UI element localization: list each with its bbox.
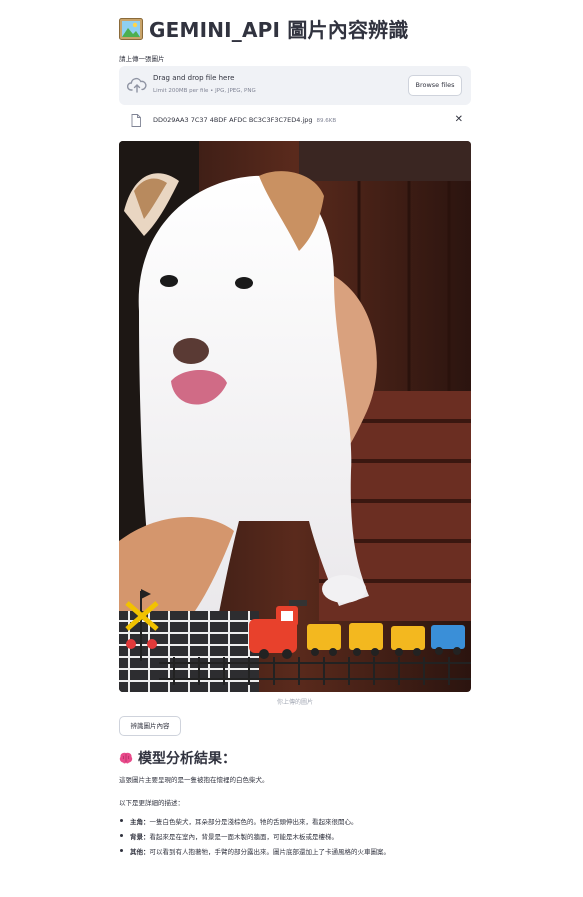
- detail-text: 一隻白色柴犬，耳朵部分是淺棕色的。牠的舌頭伸出來，看起來很開心。: [149, 818, 358, 826]
- results-details-intro: 以下是更詳細的描述：: [119, 799, 184, 807]
- detail-text: 看起來是在室內，背景是一面木製的牆面，可能是木板或是樓梯。: [149, 833, 339, 841]
- dropzone-title: Drag and drop file here: [153, 74, 235, 82]
- dropzone-limit-text: Limit 200MB per file • JPG, JPEG, PNG: [153, 88, 256, 94]
- detail-key: 背景：: [130, 833, 150, 841]
- framed-picture-icon: [119, 18, 143, 40]
- detail-key: 其他：: [130, 848, 150, 856]
- list-item: 背景：看起來是在室內，背景是一面木製的牆面，可能是木板或是樓梯。: [119, 831, 479, 846]
- results-heading-text: 模型分析結果：: [138, 751, 236, 767]
- remove-file-close-icon[interactable]: ✕: [455, 114, 463, 125]
- file-icon: [131, 114, 141, 127]
- results-heading: 模型分析結果：: [119, 748, 236, 768]
- results-summary: 這張圖片主要呈現的是一隻被抱在懷裡的白色柴犬。: [119, 776, 269, 784]
- list-item: 其他：可以看到有人抱著牠，手臂的部分露出來。圖片底部還加上了卡通風格的火車圖案。: [119, 846, 479, 861]
- upload-label: 請上傳一張圖片: [119, 55, 165, 63]
- file-size: 89.6KB: [316, 118, 337, 124]
- file-name-text: DD029AA3 7C37 4BDF AFDC BC3C3F3C7ED4.jpg: [153, 116, 313, 124]
- uploaded-image: [119, 141, 471, 692]
- results-detail-list: 主角：一隻白色柴犬，耳朵部分是淺棕色的。牠的舌頭伸出來，看起來很開心。 背景：看…: [119, 816, 479, 861]
- browse-files-button[interactable]: Browse files: [408, 75, 462, 96]
- list-item: 主角：一隻白色柴犬，耳朵部分是淺棕色的。牠的舌頭伸出來，看起來很開心。: [119, 816, 479, 831]
- shiba-photo-illustration: [119, 141, 471, 692]
- file-dropzone[interactable]: Drag and drop file here Limit 200MB per …: [119, 66, 471, 105]
- uploaded-file-row: DD029AA3 7C37 4BDF AFDC BC3C3F3C7ED4.jpg…: [119, 112, 471, 130]
- analyze-image-button[interactable]: 辨識圖片內容: [119, 716, 181, 736]
- file-name: DD029AA3 7C37 4BDF AFDC BC3C3F3C7ED4.jpg…: [153, 116, 336, 124]
- image-caption: 你上傳的圖片: [276, 699, 313, 706]
- detail-key: 主角：: [130, 818, 150, 826]
- brain-icon: [119, 752, 133, 764]
- detail-text: 可以看到有人抱著牠，手臂的部分露出來。圖片底部還加上了卡通風格的火車圖案。: [149, 848, 391, 856]
- cloud-upload-icon: [127, 77, 147, 93]
- app-title-text: GEMINI_API 圖片內容辨識: [149, 18, 409, 42]
- app-title: GEMINI_API 圖片內容辨識: [119, 14, 479, 43]
